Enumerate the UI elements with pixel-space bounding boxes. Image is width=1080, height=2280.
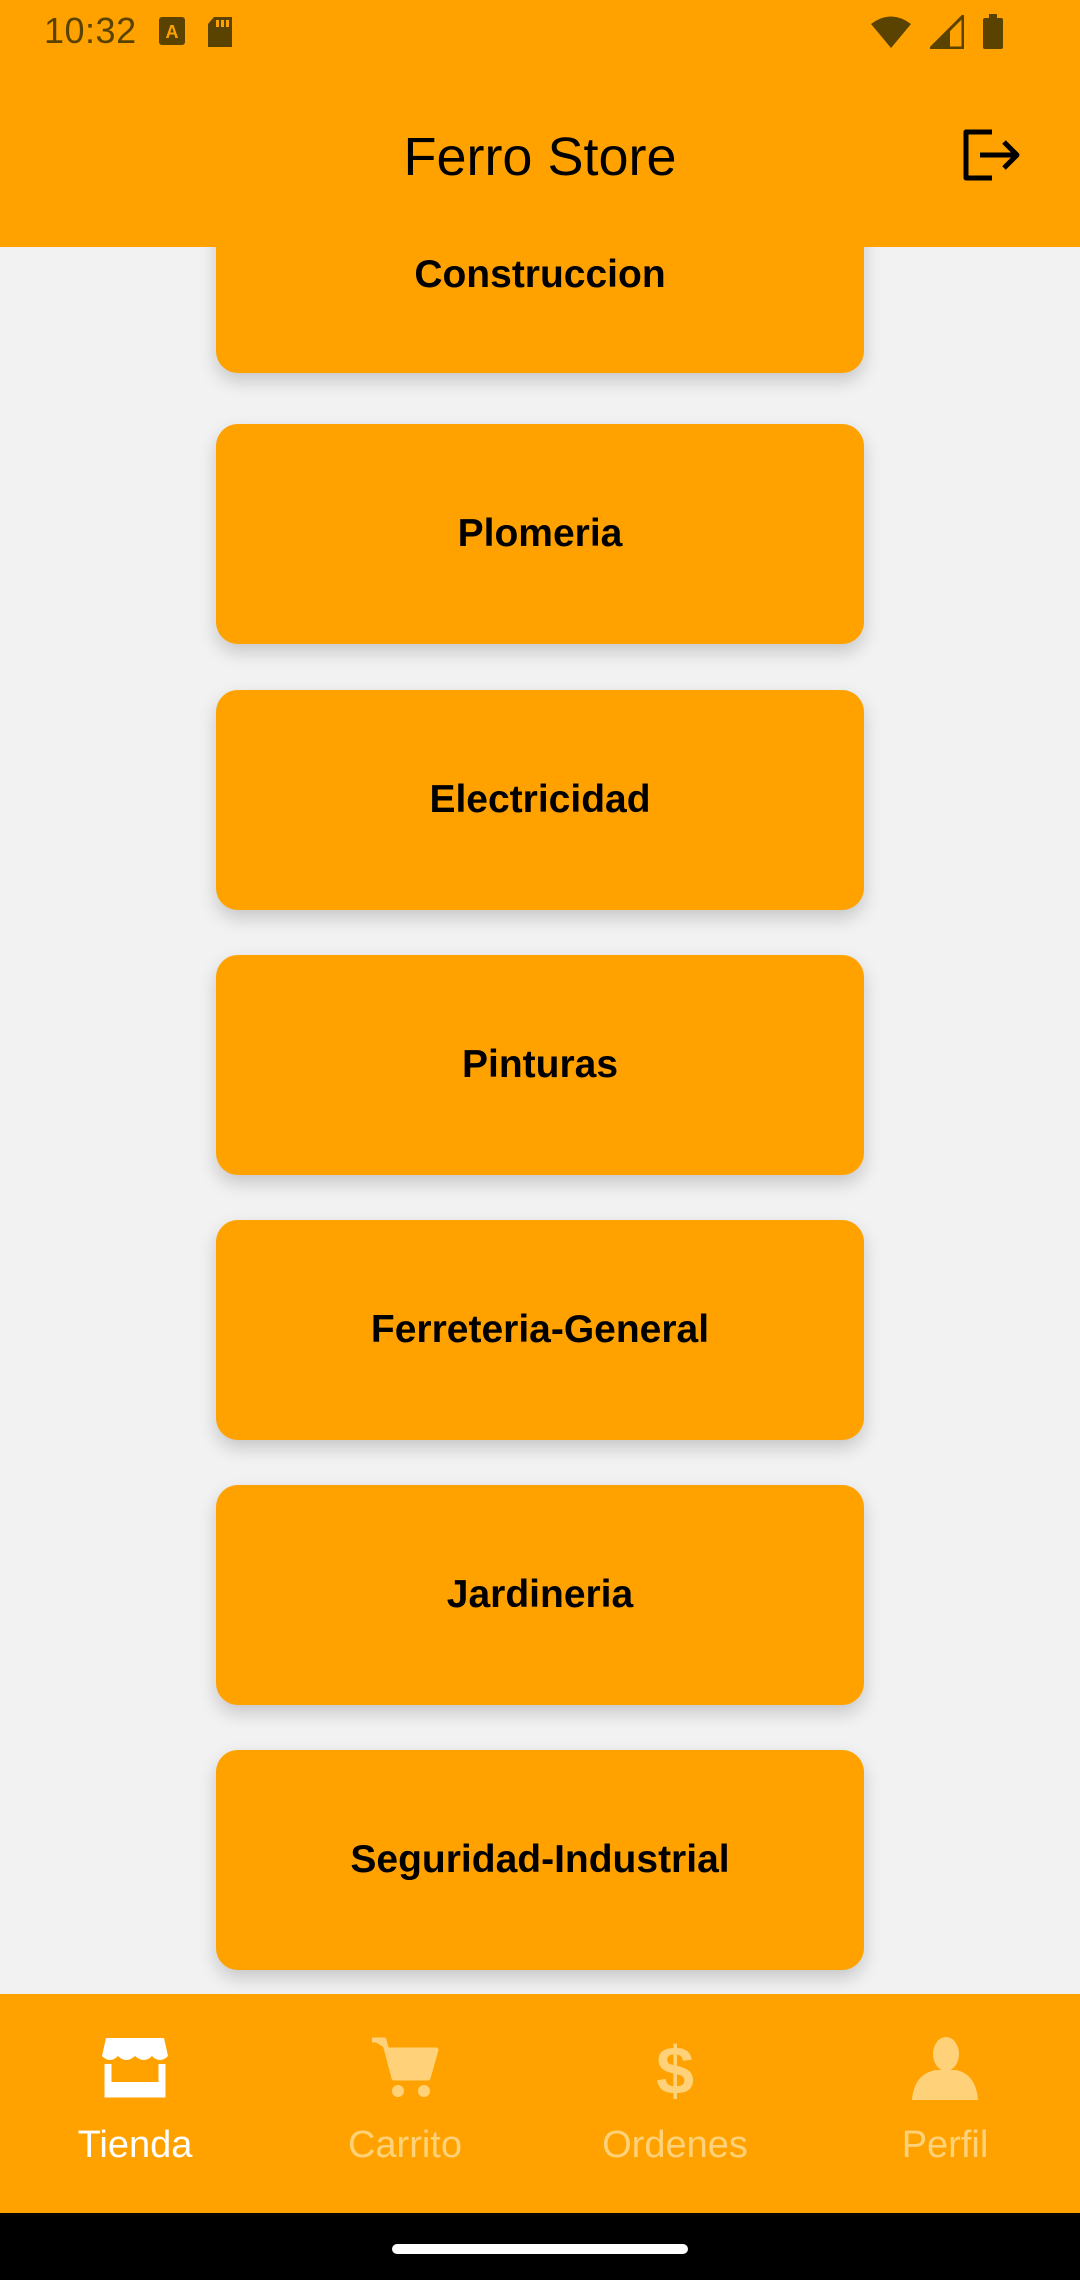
category-label: Ferreteria-General xyxy=(370,1308,710,1351)
category-label: Pinturas xyxy=(461,1043,619,1086)
status-time: 10:32 xyxy=(44,10,137,51)
category-card-jardineria[interactable]: Jardineria xyxy=(216,1485,864,1705)
logout-button[interactable] xyxy=(960,124,1022,186)
status-right-icons xyxy=(870,14,1004,50)
category-label: Jardineria xyxy=(446,1573,634,1616)
logout-icon xyxy=(963,129,1020,181)
wifi-icon xyxy=(871,16,911,48)
app-title: Ferro Store xyxy=(403,127,677,187)
category-label: Construccion xyxy=(414,253,666,296)
dollar-icon: $ xyxy=(656,2034,694,2100)
category-card-construccion[interactable]: Construccion xyxy=(216,247,864,373)
keyboard-a-icon: A xyxy=(159,17,185,45)
app-bar: Ferro Store xyxy=(0,64,1080,247)
nav-label: Carrito xyxy=(347,2124,463,2166)
nav-item-ordenes[interactable]: $ Ordenes xyxy=(540,1994,810,2213)
store-icon xyxy=(102,2038,168,2098)
battery-icon xyxy=(983,14,1003,49)
category-label: Electricidad xyxy=(429,778,651,821)
bottom-nav: Tienda Carrito $ Ordenes Perfil xyxy=(0,1994,1080,2213)
svg-text:A: A xyxy=(166,22,179,42)
signal-icon xyxy=(930,15,964,49)
category-card-electricidad[interactable]: Electricidad xyxy=(216,690,864,910)
nav-label: Tienda xyxy=(77,2124,193,2166)
svg-text:$: $ xyxy=(656,2034,694,2100)
category-label: Seguridad-Industrial xyxy=(350,1838,730,1881)
category-card-pinturas[interactable]: Pinturas xyxy=(216,955,864,1175)
nav-label: Perfil xyxy=(901,2124,989,2166)
category-card-plomeria[interactable]: Plomeria xyxy=(216,424,864,644)
category-card-ferreteria-general[interactable]: Ferreteria-General xyxy=(216,1220,864,1440)
nav-item-perfil[interactable]: Perfil xyxy=(810,1994,1080,2213)
category-card-seguridad-industrial[interactable]: Seguridad-Industrial xyxy=(216,1750,864,1970)
status-bar: 10:32 A xyxy=(0,0,1080,64)
cart-icon xyxy=(372,2037,439,2097)
category-label: Plomeria xyxy=(457,512,623,555)
nav-item-tienda[interactable]: Tienda xyxy=(0,1994,270,2213)
category-list[interactable]: Construccion Plomeria Electricidad Pintu… xyxy=(0,247,1080,1994)
sd-card-icon xyxy=(208,17,232,47)
screen: 10:32 A Ferro Store Construccion Plomeri… xyxy=(0,0,1080,2280)
gesture-bar xyxy=(0,2213,1080,2280)
home-gesture-handle[interactable] xyxy=(392,2244,688,2254)
person-icon xyxy=(912,2037,978,2100)
nav-item-carrito[interactable]: Carrito xyxy=(270,1994,540,2213)
status-left-icons: A xyxy=(158,16,234,48)
nav-label: Ordenes xyxy=(602,2124,748,2166)
